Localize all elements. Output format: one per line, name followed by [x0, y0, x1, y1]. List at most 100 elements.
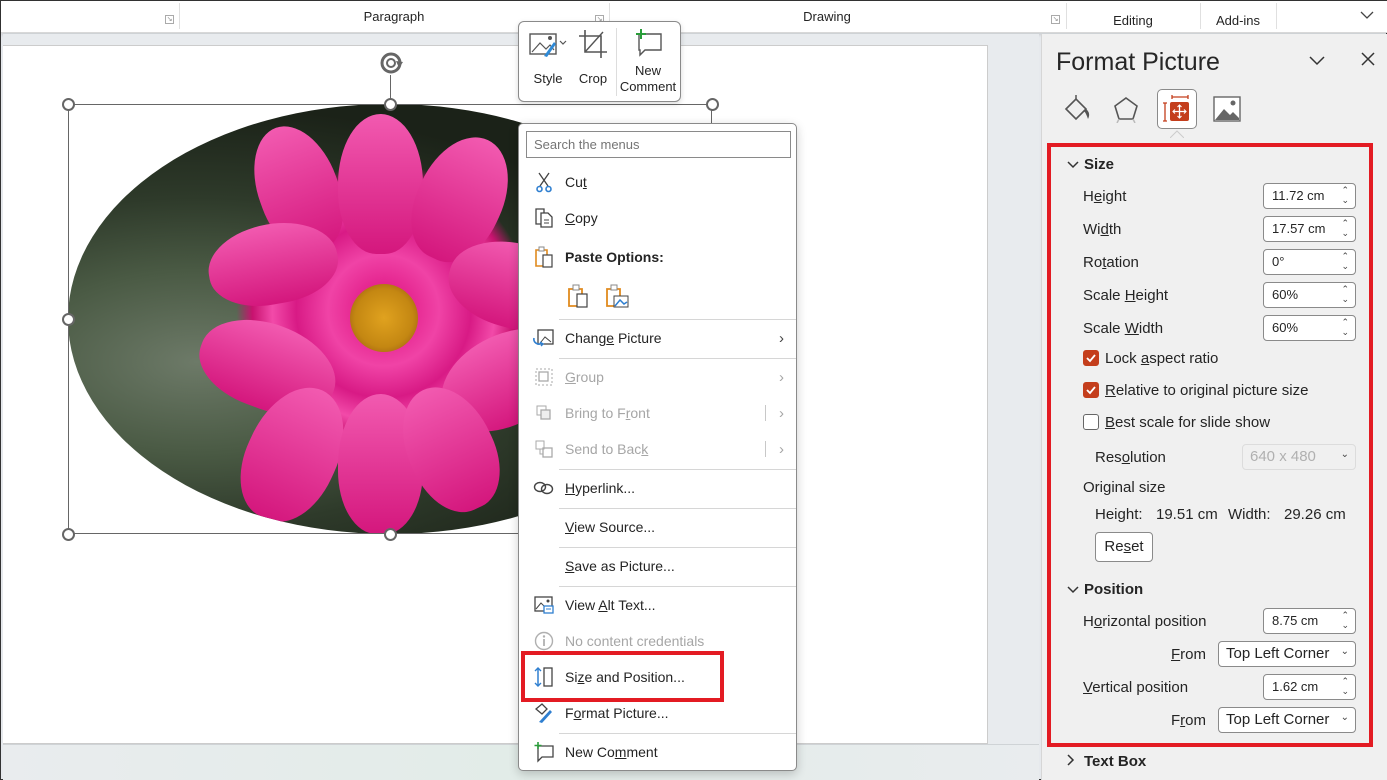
paste-picture-button[interactable]	[605, 284, 631, 311]
submenu-arrow-icon[interactable]: ›	[779, 441, 784, 458]
relative-to-original-checkbox[interactable]	[1083, 382, 1099, 398]
spinner-arrows-icon[interactable]: ⌃ ⌄	[1341, 218, 1349, 238]
horizontal-from-value: Top Left Corner	[1226, 645, 1330, 662]
split-separator	[765, 441, 766, 457]
resize-handle-top-right[interactable]	[706, 98, 719, 111]
spinner-arrows-icon[interactable]: ⌃ ⌄	[1341, 185, 1349, 205]
submenu-arrow-icon: ›	[779, 329, 784, 347]
tab-size-properties[interactable]	[1157, 89, 1197, 129]
chevron-down-icon: ⌄	[1340, 712, 1349, 723]
resize-handle-top[interactable]	[384, 98, 397, 111]
rotation-spinner[interactable]: 0° ⌃ ⌄	[1263, 249, 1356, 275]
menu-item-hyperlink[interactable]: Hyperlink...	[519, 473, 796, 503]
ribbon-group-add-ins[interactable]: Add-ins	[1200, 5, 1276, 35]
vertical-from-label: From	[1171, 712, 1207, 729]
spinner-arrows-icon[interactable]: ⌃ ⌄	[1341, 317, 1349, 337]
style-button[interactable]: Style	[527, 28, 569, 86]
chevron-right-icon	[1067, 754, 1083, 769]
menu-item-send-to-back[interactable]: Send to Back ›	[519, 434, 796, 464]
info-icon	[533, 630, 555, 652]
menu-item-new-comment[interactable]: New Comment	[519, 737, 796, 767]
effects-icon	[1114, 97, 1138, 123]
paste-picture-icon	[606, 284, 629, 308]
new-comment-button[interactable]: New Comment	[617, 28, 679, 95]
menu-item-change-picture[interactable]: Change Picture ›	[519, 323, 796, 353]
text-box-section-title: Text Box	[1084, 753, 1147, 770]
spinner-arrows-icon[interactable]: ⌃ ⌄	[1341, 251, 1349, 271]
original-height-value: 19.51 cm	[1156, 506, 1218, 523]
menu-label: yperlink...	[575, 480, 636, 496]
spinner-arrows-icon[interactable]: ⌃ ⌄	[1341, 610, 1349, 630]
chevron-down-icon: ⌄	[1340, 449, 1349, 460]
position-section-header[interactable]: Position	[1067, 581, 1143, 598]
lock-aspect-ratio-label[interactable]: Lock aspect ratio	[1105, 350, 1218, 367]
menu-divider	[559, 586, 796, 587]
text-box-section-header[interactable]: Text Box	[1067, 753, 1146, 770]
horizontal-from-dropdown[interactable]: Top Left Corner ⌄	[1218, 641, 1356, 667]
horizontal-from-label: From	[1171, 646, 1207, 663]
style-label: Style	[533, 71, 563, 86]
rotate-handle-icon[interactable]	[378, 49, 406, 77]
vertical-position-value: 1.62 cm	[1272, 679, 1319, 694]
spinner-arrows-icon[interactable]: ⌃ ⌄	[1341, 284, 1349, 304]
height-spinner[interactable]: 11.72 cm ⌃ ⌄	[1263, 183, 1356, 209]
menu-label: lt Text...	[607, 597, 656, 613]
menu-label: ment	[626, 744, 658, 760]
crop-button[interactable]: Crop	[575, 28, 611, 86]
menu-label: Send to Bac	[565, 441, 642, 457]
reset-button[interactable]: Reset	[1095, 532, 1153, 562]
width-spinner[interactable]: 17.57 cm ⌃ ⌄	[1263, 216, 1356, 242]
picture-icon	[1213, 96, 1241, 122]
tab-pointer	[1170, 130, 1184, 138]
fill-line-icon	[1064, 95, 1090, 121]
resize-handle-left[interactable]	[62, 313, 75, 326]
menu-item-cut[interactable]: Cut	[519, 167, 796, 197]
collapse-ribbon-icon[interactable]	[1360, 7, 1374, 23]
vertical-position-spinner[interactable]: 1.62 cm ⌃ ⌄	[1263, 674, 1356, 700]
horizontal-position-spinner[interactable]: 8.75 cm ⌃ ⌄	[1263, 608, 1356, 634]
tab-effects[interactable]	[1106, 89, 1146, 129]
search-menus-input[interactable]	[526, 131, 791, 158]
paste-keep-format-button[interactable]	[567, 284, 591, 311]
ribbon-group-editing[interactable]: Editing	[1066, 5, 1200, 35]
menu-label-mnemonic: H	[565, 480, 576, 496]
tab-fill-line[interactable]	[1057, 89, 1097, 129]
menu-label: Cu	[565, 174, 583, 190]
vertical-from-value: Top Left Corner	[1226, 711, 1330, 728]
spinner-arrows-icon[interactable]: ⌃ ⌄	[1341, 676, 1349, 696]
best-scale-checkbox[interactable]	[1083, 414, 1099, 430]
menu-label-mnemonic: S	[565, 558, 575, 574]
vertical-from-dropdown[interactable]: Top Left Corner ⌄	[1218, 707, 1356, 733]
resize-handle-bottom[interactable]	[384, 528, 397, 541]
lock-aspect-ratio-checkbox[interactable]	[1083, 350, 1099, 366]
menu-item-copy[interactable]: Copy	[519, 203, 796, 233]
pane-options-chevron-icon[interactable]	[1308, 50, 1326, 73]
drawing-dialog-launcher-icon[interactable]: ↘	[1051, 15, 1060, 24]
pane-title: Format Picture	[1056, 48, 1220, 76]
size-section-header[interactable]: Size	[1067, 156, 1114, 173]
menu-item-group[interactable]: Group ›	[519, 362, 796, 392]
rotation-value: 0°	[1272, 254, 1285, 269]
menu-item-view-alt-text[interactable]: View Alt Text...	[519, 590, 796, 620]
submenu-arrow-icon[interactable]: ›	[779, 405, 784, 422]
relative-to-original-label[interactable]: Relative to original picture size	[1105, 382, 1308, 399]
tab-picture[interactable]	[1207, 89, 1247, 129]
menu-item-format-picture[interactable]: Format Picture...	[519, 698, 796, 728]
menu-item-save-as-picture[interactable]: Save as Picture...	[519, 551, 796, 581]
scale-width-label: Scale Width	[1083, 320, 1164, 337]
best-scale-label[interactable]: Best scale for slide show	[1105, 414, 1270, 431]
resolution-dropdown[interactable]: 640 x 480 ⌄	[1242, 444, 1356, 470]
scale-height-spinner[interactable]: 60% ⌃ ⌄	[1263, 282, 1356, 308]
scale-width-value: 60%	[1272, 320, 1299, 335]
close-pane-icon[interactable]	[1360, 50, 1376, 73]
font-dialog-launcher-icon[interactable]: ↘	[165, 15, 174, 24]
paste-options-label: Paste Options:	[565, 249, 664, 265]
scale-height-label: Scale Height	[1083, 287, 1169, 304]
menu-label: opy	[575, 210, 598, 226]
menu-label-mnemonic: m	[614, 744, 627, 760]
menu-item-bring-to-front[interactable]: Bring to Front ›	[519, 398, 796, 428]
resize-handle-bottom-left[interactable]	[62, 528, 75, 541]
menu-item-view-source[interactable]: View Source...	[519, 512, 796, 542]
resize-handle-top-left[interactable]	[62, 98, 75, 111]
scale-width-spinner[interactable]: 60% ⌃ ⌄	[1263, 315, 1356, 341]
